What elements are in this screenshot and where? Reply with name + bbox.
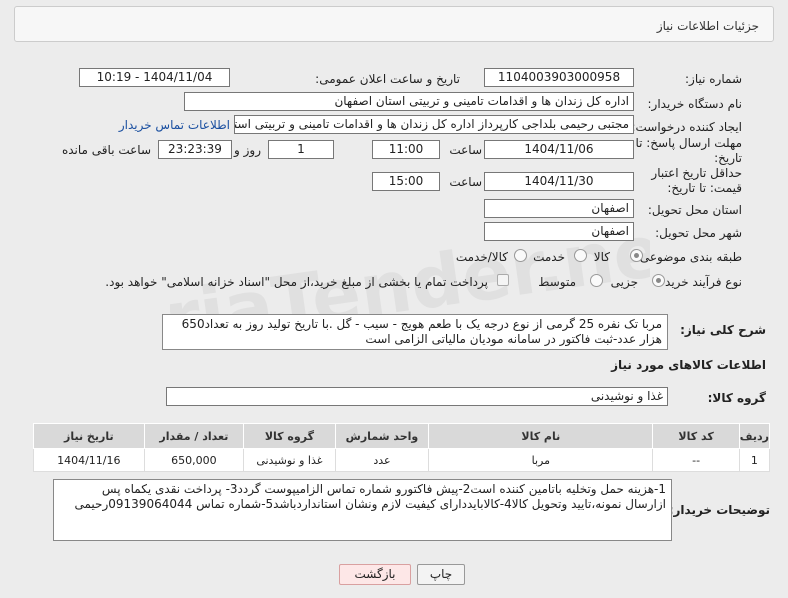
treasury-checkbox[interactable] [497, 274, 509, 286]
city-field: اصفهان [484, 222, 634, 241]
process-label: نوع فرآیند خرید : [657, 275, 742, 289]
goods-table: ردیف کد کالا نام کالا واحد شمارش گروه کا… [33, 423, 771, 472]
cell-name: مربا [428, 448, 654, 472]
buyer-notes-textarea: 1-هزینه حمل وتخلیه باتامین کننده است2-پی… [53, 479, 672, 541]
treasury-note: پرداخت تمام یا بخشی از مبلغ خرید،از محل … [105, 275, 488, 289]
print-button[interactable]: چاپ [417, 564, 465, 585]
description-textarea: مربا تک نفره 25 گرمی از نوع درجه یک با ط… [162, 314, 668, 350]
contact-info-link[interactable]: اطلاعات تماس خریدار [119, 118, 230, 132]
need-number-label: شماره نیاز: [685, 72, 742, 86]
buyer-notes-label: توضیحات خریدار: [668, 503, 770, 517]
process-radio-minor[interactable] [652, 274, 665, 287]
goods-group-field: غذا و نوشیدنی [166, 387, 668, 406]
province-label: استان محل تحویل: [647, 203, 742, 217]
header-panel: جزئیات اطلاعات نیاز [14, 6, 774, 42]
process-option-minor: جزیی [610, 275, 638, 289]
category-option-goods: کالا [593, 250, 610, 264]
cell-code: -- [652, 448, 740, 472]
validity-time-field: 15:00 [372, 172, 440, 191]
validity-date-field: 1404/11/30 [484, 172, 634, 191]
cell-row: 1 [738, 448, 771, 472]
deadline-label: مهلت ارسال پاسخ: تا تاریخ: [635, 136, 742, 165]
need-number-field: 1104003903000958 [484, 68, 634, 87]
deadline-date-field: 1404/11/06 [484, 140, 634, 159]
category-radio-goods-service[interactable] [514, 249, 527, 262]
cell-unit: عدد [334, 448, 430, 472]
remaining-time-field: 23:23:39 [158, 140, 232, 159]
col-quantity: تعداد / مقدار [143, 423, 245, 449]
deadline-time-label: ساعت [449, 143, 482, 157]
col-code: کد کالا [652, 423, 740, 449]
days-field: 1 [268, 140, 334, 159]
col-date: تاریخ نیاز [33, 423, 145, 449]
days-label: روز و [234, 143, 261, 157]
announce-field: 1404/11/04 - 10:19 [79, 68, 230, 87]
category-radio-goods[interactable] [630, 249, 643, 262]
cell-date: 1404/11/16 [33, 448, 145, 472]
cell-group: غذا و نوشیدنی [243, 448, 336, 472]
cell-quantity: 650,000 [143, 448, 245, 472]
goods-group-label: گروه کالا: [707, 391, 766, 405]
category-radio-service[interactable] [574, 249, 587, 262]
description-label: شرح کلی نیاز: [680, 323, 766, 337]
deadline-time-field: 11:00 [372, 140, 440, 159]
col-row: ردیف [738, 423, 771, 449]
category-option-service: خدمت [533, 250, 565, 264]
col-unit: واحد شمارش [334, 423, 430, 449]
col-name: نام کالا [428, 423, 654, 449]
process-option-medium: متوسط [538, 275, 576, 289]
col-group: گروه کالا [243, 423, 336, 449]
buyer-org-label: نام دستگاه خریدار: [647, 97, 743, 111]
announce-label: تاریخ و ساعت اعلان عمومی: [315, 72, 460, 86]
category-label: طبقه بندی موضوعی: [635, 250, 742, 264]
table-row: 1 -- مربا عدد غذا و نوشیدنی 650,000 1404… [33, 448, 771, 472]
province-field: اصفهان [484, 199, 634, 218]
goods-table-header: ردیف کد کالا نام کالا واحد شمارش گروه کا… [33, 423, 771, 449]
requester-label: ایجاد کننده درخواست: [631, 120, 742, 134]
remaining-label: ساعت باقی مانده [61, 143, 151, 157]
city-label: شهر محل تحویل: [655, 226, 742, 240]
category-option-goods-service: کالا/خدمت [455, 250, 508, 264]
buyer-org-field: اداره کل زندان ها و اقدامات تامینی و ترب… [184, 92, 634, 111]
requester-field: مجتبی رحیمی بلداجی کارپرداز اداره کل زند… [234, 115, 634, 134]
back-button[interactable]: بازگشت [339, 564, 411, 585]
page-title: جزئیات اطلاعات نیاز [656, 19, 759, 33]
validity-label: حداقل تاریخ اعتبار قیمت: تا تاریخ: [651, 166, 742, 195]
validity-time-label: ساعت [449, 175, 482, 189]
process-radio-medium[interactable] [590, 274, 603, 287]
goods-section-title: اطلاعات کالاهای مورد نیاز [611, 358, 766, 372]
